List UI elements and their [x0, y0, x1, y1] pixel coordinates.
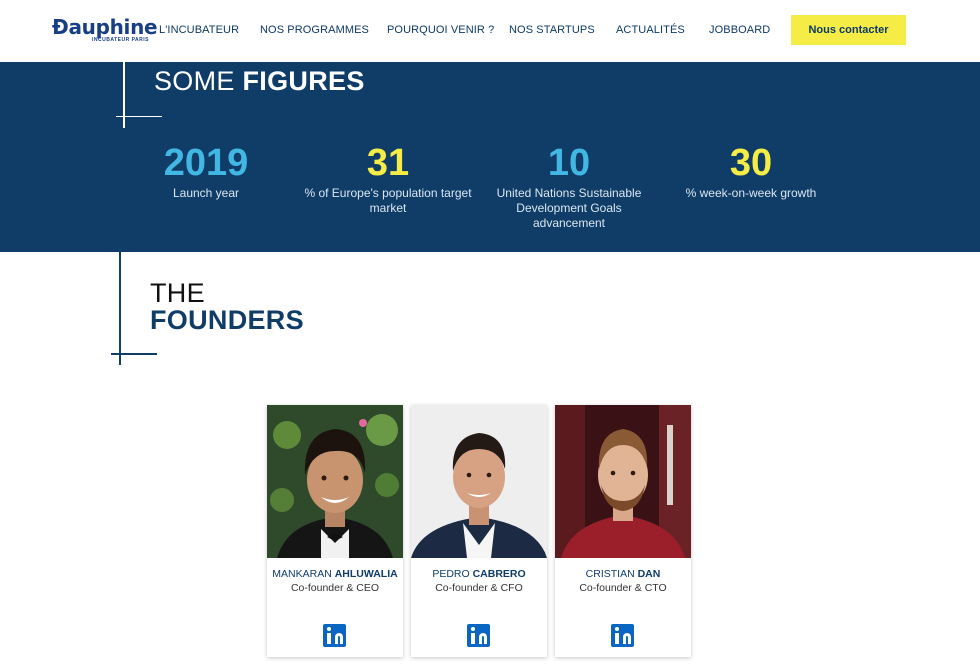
stat-label: % week-on-week growth: [685, 186, 817, 200]
site-header: Ðauphine INCUBATEUR PARIS L'INCUBATEUR N…: [0, 0, 980, 62]
stat-label: % of Europe's population target market: [304, 186, 472, 215]
stat-population-target: 31 % of Europe's population target marke…: [298, 140, 478, 216]
figures-title-bold: FIGURES: [242, 66, 365, 96]
founder-first-name: MANKARAN: [272, 568, 335, 580]
decorative-vertical-line: [123, 62, 125, 128]
logo-subtitle: INCUBATEUR PARIS: [92, 37, 149, 43]
stat-label: United Nations Sustainable Development G…: [496, 186, 642, 230]
nav-item-actualites[interactable]: ACTUALITÉS: [616, 24, 685, 36]
founder-name: PEDRO CABRERO: [411, 568, 547, 580]
nav-item-incubateur[interactable]: L'INCUBATEUR: [159, 24, 239, 36]
founder-last-name: AHLUWALIA: [334, 568, 398, 580]
logo[interactable]: Ðauphine INCUBATEUR PARIS: [52, 15, 158, 43]
founder-name: CRISTIAN DAN: [555, 568, 691, 580]
stat-sdg: 10 United Nations Sustainable Developmen…: [479, 140, 659, 231]
founder-card-cto: CRISTIAN DAN Co-founder & CTO: [555, 405, 691, 657]
founder-name: MANKARAN AHLUWALIA: [267, 568, 403, 580]
contact-button[interactable]: Nous contacter: [791, 15, 906, 45]
founder-role: Co-founder & CFO: [435, 582, 523, 594]
figures-title: SOME FIGURES: [154, 66, 365, 97]
nav-item-programmes[interactable]: NOS PROGRAMMES: [260, 24, 369, 36]
stat-value: 30: [729, 142, 773, 184]
decorative-vertical-line: [119, 252, 121, 365]
stat-value: 10: [547, 142, 591, 184]
nav-item-jobboard[interactable]: JOBBOARD: [709, 24, 770, 36]
founder-role: Co-founder & CTO: [579, 582, 667, 594]
founder-first-name: CRISTIAN: [585, 568, 638, 580]
founder-card-ceo: MANKARAN AHLUWALIA Co-founder & CEO: [267, 405, 403, 657]
founder-photo: [267, 405, 403, 558]
stat-label: Launch year: [172, 186, 240, 200]
linkedin-icon[interactable]: [323, 624, 346, 647]
stat-launch-year: 2019 Launch year: [116, 140, 296, 201]
stat-value: 2019: [163, 142, 249, 184]
nav-item-pourquoi-venir[interactable]: POURQUOI VENIR ?: [387, 24, 494, 36]
linkedin-icon[interactable]: [467, 624, 490, 647]
figures-section: SOME FIGURES 2019 Launch year 31 % of Eu…: [0, 62, 980, 252]
founder-card-cfo: PEDRO CABRERO Co-founder & CFO: [411, 405, 547, 657]
founder-last-name: CABRERO: [472, 568, 526, 580]
founder-photo: [555, 405, 691, 558]
nav-item-startups[interactable]: NOS STARTUPS: [509, 24, 595, 36]
founder-first-name: PEDRO: [432, 568, 473, 580]
stat-value: 31: [366, 142, 410, 184]
founder-role: Co-founder & CEO: [290, 582, 380, 594]
linkedin-icon[interactable]: [611, 624, 634, 647]
founders-title-line2: FOUNDERS: [150, 305, 304, 335]
founder-photo: [411, 405, 547, 558]
stat-growth: 30 % week-on-week growth: [661, 140, 841, 201]
decorative-horizontal-line: [111, 353, 157, 355]
figures-title-light: SOME: [154, 66, 243, 96]
logo-text: Ðauphine: [52, 15, 158, 39]
founder-last-name: DAN: [637, 568, 661, 580]
decorative-horizontal-line: [116, 116, 162, 117]
